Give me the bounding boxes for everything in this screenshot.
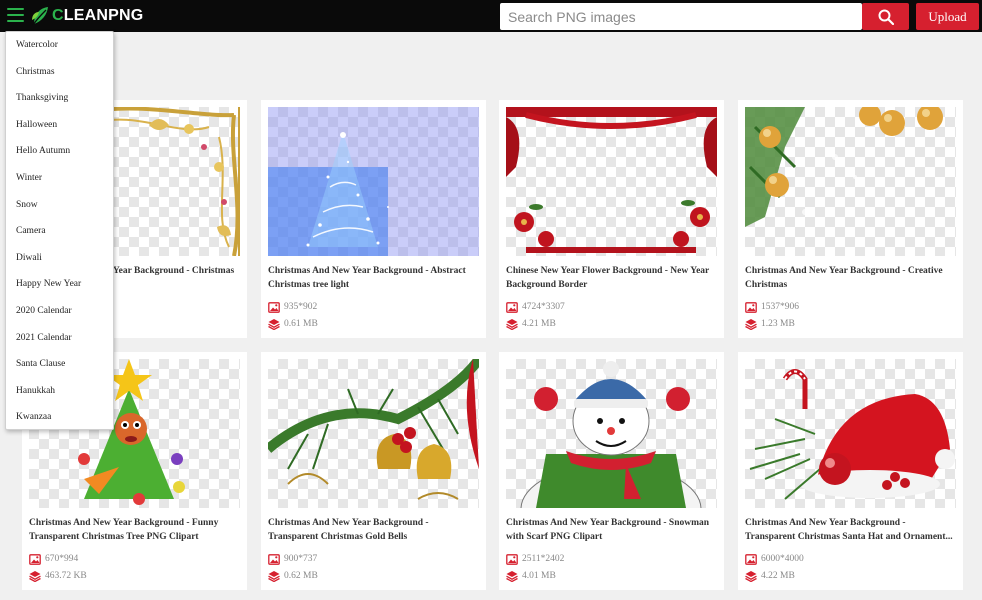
image-icon bbox=[506, 553, 518, 565]
layers-icon bbox=[268, 319, 280, 330]
search-bar bbox=[500, 3, 862, 30]
site-logo[interactable]: CLEANPNG bbox=[32, 4, 143, 28]
blue-tree-illustration bbox=[268, 107, 479, 256]
menu-item-kwanzaa[interactable]: Kwanzaa bbox=[16, 412, 51, 422]
image-dimensions: 2511*2402 bbox=[506, 553, 564, 565]
image-thumbnail[interactable] bbox=[745, 359, 956, 508]
file-size-text: 4.01 MB bbox=[522, 571, 556, 581]
image-title[interactable]: Christmas And New Year Background - Snow… bbox=[506, 516, 718, 544]
image-title[interactable]: Christmas And New Year Background - Tran… bbox=[268, 516, 480, 544]
menu-item-hello-autumn[interactable]: Hello Autumn bbox=[16, 146, 70, 156]
image-title[interactable]: Chinese New Year Flower Background - New… bbox=[506, 264, 718, 292]
image-title[interactable]: Christmas And New Year Background - Crea… bbox=[745, 264, 957, 292]
menu-item-christmas[interactable]: Christmas bbox=[16, 67, 55, 77]
image-icon bbox=[506, 301, 518, 313]
leaf-logo-icon bbox=[32, 7, 48, 26]
image-thumbnail[interactable] bbox=[506, 107, 717, 256]
gold-bells-illustration bbox=[268, 359, 479, 500]
search-button[interactable] bbox=[862, 3, 909, 30]
menu-item-2020-calendar[interactable]: 2020 Calendar bbox=[16, 306, 72, 316]
image-dimensions: 1537*906 bbox=[745, 301, 799, 313]
image-card[interactable]: Christmas And New Year Background - Tran… bbox=[261, 352, 486, 590]
santa-hat-illustration bbox=[749, 369, 955, 500]
layers-icon bbox=[506, 571, 518, 582]
layers-icon bbox=[506, 319, 518, 330]
image-dimensions: 4724*3307 bbox=[506, 301, 565, 313]
image-dimensions-text: 4724*3307 bbox=[522, 302, 565, 312]
file-size: 4.21 MB bbox=[506, 318, 556, 330]
file-size: 4.22 MB bbox=[745, 570, 795, 582]
image-card[interactable]: Christmas And New Year Background - Crea… bbox=[738, 100, 963, 338]
search-icon bbox=[878, 9, 894, 25]
menu-item-halloween[interactable]: Halloween bbox=[16, 120, 57, 130]
site-logo-text: CLEANPNG bbox=[52, 7, 144, 24]
layers-icon bbox=[745, 571, 757, 582]
image-icon bbox=[29, 553, 41, 565]
category-dropdown-menu: Watercolor Christmas Thanksgiving Halloween… bbox=[5, 31, 114, 430]
file-size-text: 4.22 MB bbox=[761, 571, 795, 581]
snowman-illustration bbox=[520, 361, 702, 508]
image-dimensions: 900*737 bbox=[268, 553, 317, 565]
image-dimensions: 670*994 bbox=[29, 553, 78, 565]
image-dimensions-text: 670*994 bbox=[45, 554, 79, 564]
image-thumbnail[interactable] bbox=[268, 359, 479, 508]
file-size-text: 0.61 MB bbox=[284, 319, 318, 329]
file-size: 0.61 MB bbox=[268, 318, 318, 330]
layers-icon bbox=[268, 571, 280, 582]
menu-item-thanksgiving[interactable]: Thanksgiving bbox=[16, 93, 68, 103]
image-dimensions-text: 2511*2402 bbox=[522, 554, 565, 564]
image-thumbnail[interactable] bbox=[745, 107, 956, 256]
file-size-text: 1.23 MB bbox=[761, 319, 795, 329]
menu-item-snow[interactable]: Snow bbox=[16, 200, 38, 210]
image-thumbnail[interactable] bbox=[268, 107, 479, 256]
image-thumbnail[interactable] bbox=[506, 359, 717, 508]
file-size-text: 463.72 KB bbox=[45, 571, 87, 581]
layers-icon bbox=[745, 319, 757, 330]
image-dimensions: 935*902 bbox=[268, 301, 317, 313]
file-size: 463.72 KB bbox=[29, 570, 87, 582]
image-icon bbox=[745, 301, 757, 313]
image-card[interactable]: Christmas And New Year Background - Snow… bbox=[499, 352, 724, 590]
image-icon bbox=[745, 553, 757, 565]
menu-item-diwali[interactable]: Diwali bbox=[16, 253, 42, 263]
menu-item-santa-clause[interactable]: Santa Clause bbox=[16, 359, 65, 369]
menu-item-happy-new-year[interactable]: Happy New Year bbox=[16, 279, 81, 289]
menu-item-winter[interactable]: Winter bbox=[16, 173, 42, 183]
red-frame-illustration bbox=[506, 107, 717, 253]
file-size: 4.01 MB bbox=[506, 570, 556, 582]
image-dimensions: 6000*4000 bbox=[745, 553, 804, 565]
image-icon bbox=[268, 553, 280, 565]
file-size-text: 4.21 MB bbox=[522, 319, 556, 329]
image-title[interactable]: Christmas And New Year Background - Abst… bbox=[268, 264, 480, 292]
ornaments-illustration bbox=[745, 107, 943, 227]
image-dimensions-text: 6000*4000 bbox=[761, 554, 804, 564]
image-title[interactable]: Christmas And New Year Background - Funn… bbox=[29, 516, 241, 544]
image-dimensions-text: 900*737 bbox=[284, 554, 318, 564]
upload-button[interactable]: Upload bbox=[916, 3, 979, 30]
file-size: 0.62 MB bbox=[268, 570, 318, 582]
image-card[interactable]: Christmas And New Year Background - Tran… bbox=[738, 352, 963, 590]
hamburger-menu-icon[interactable] bbox=[7, 8, 24, 22]
search-input[interactable] bbox=[500, 3, 862, 30]
layers-icon bbox=[29, 571, 41, 582]
image-dimensions-text: 1537*906 bbox=[761, 302, 799, 312]
menu-item-hanukkah[interactable]: Hanukkah bbox=[16, 386, 55, 396]
menu-item-2021-calendar[interactable]: 2021 Calendar bbox=[16, 333, 72, 343]
image-card[interactable]: Christmas And New Year Background - Abst… bbox=[261, 100, 486, 338]
menu-item-watercolor[interactable]: Watercolor bbox=[16, 40, 58, 50]
image-dimensions-text: 935*902 bbox=[284, 302, 318, 312]
file-size-text: 0.62 MB bbox=[284, 571, 318, 581]
image-icon bbox=[268, 301, 280, 313]
image-card[interactable]: Chinese New Year Flower Background - New… bbox=[499, 100, 724, 338]
menu-item-camera[interactable]: Camera bbox=[16, 226, 46, 236]
image-title[interactable]: Christmas And New Year Background - Tran… bbox=[745, 516, 957, 544]
file-size: 1.23 MB bbox=[745, 318, 795, 330]
